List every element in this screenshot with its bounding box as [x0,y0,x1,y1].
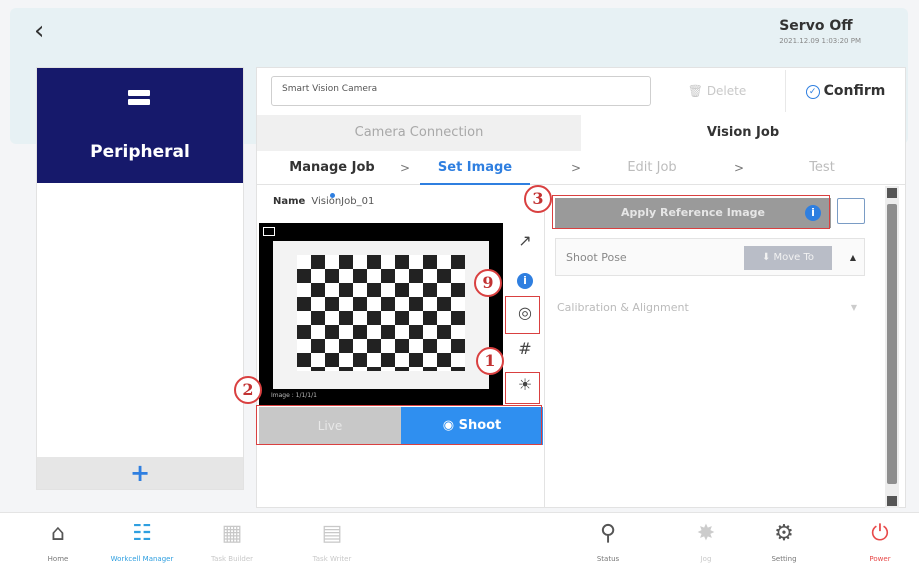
status-icon: ⚲ [599,521,617,546]
device-name-field[interactable]: Smart Vision Camera [271,76,651,106]
nav-label: Home [47,555,69,563]
sidebar-item-peripheral[interactable]: Peripheral [37,68,243,183]
callout-2: 2 [234,376,262,404]
servo-status: Servo Off 2021.12.09 1:03:20 PM [779,18,861,45]
grid-icon[interactable]: # [513,337,537,361]
task-writer-icon: ▤ [321,521,343,546]
job-name-value: VisionJob_01 [311,196,375,207]
callout-3: 3 [524,185,552,213]
step-bar: Manage Job > Set Image > Edit Job > Test [257,151,905,198]
nav-label: Task Writer [312,555,352,563]
camera-shutter-icon: ◉ [442,418,455,433]
tab-vision-job[interactable]: Vision Job [581,115,905,151]
nav-label: Power [869,555,891,563]
scroll-down-icon[interactable] [887,496,897,506]
download-icon: ⬇ [761,252,771,263]
focus-icon[interactable]: ◎ [513,301,537,325]
info-icon[interactable]: i [517,273,533,289]
calibration-section[interactable]: Calibration & Alignment ▼ [555,292,865,324]
servo-timestamp: 2021.12.09 1:03:20 PM [779,37,861,45]
calibration-label: Calibration & Alignment [557,301,689,314]
info-icon[interactable]: i [805,205,821,221]
job-name: Name VisionJob_01 [273,196,374,207]
image-icon[interactable] [837,198,865,224]
check-circle-icon: ✓ [805,85,820,99]
move-to-label: Move To [773,252,815,263]
back-button[interactable]: ‹ [34,18,44,44]
camera-preview[interactable]: Image : 1/1/1/1 [259,223,503,405]
step-label: Manage Job [289,160,375,175]
chevron-right-icon: > [571,161,582,175]
image-tool-column: ↗ i ◎ # ☀ [509,223,539,405]
tab-camera-connection[interactable]: Camera Connection [257,115,581,151]
sidebar-item-label: Peripheral [90,142,190,162]
nav-label: Task Builder [210,555,254,563]
nav-jog[interactable]: ✸ Jog [668,519,744,573]
callout-1: 1 [476,347,504,375]
delete-label: Delete [706,84,747,98]
scroll-up-icon[interactable] [887,188,897,198]
step-edit-job[interactable]: Edit Job [612,151,692,185]
settings-panel: Apply Reference Image i Shoot Pose ⬇ Mov… [544,186,884,508]
workcell-icon: ☷ [132,521,152,546]
image-panel: Name VisionJob_01 Image : 1/1/1/1 ↗ i ◎ #… [257,186,543,508]
shoot-button[interactable]: ◉ Shoot [401,407,543,445]
sidebar: Peripheral + [36,67,244,490]
nav-setting[interactable]: ⚙ Setting [746,519,822,573]
servo-status-label: Servo Off [779,18,853,34]
gear-icon: ⚙ [774,521,794,546]
nav-home[interactable]: ⌂ Home [20,519,96,573]
server-icon [128,90,150,112]
job-name-label: Name [273,196,306,207]
apply-reference-image-button[interactable]: Apply Reference Image i [555,198,831,228]
caret-down-icon[interactable]: ▼ [851,292,857,324]
live-button[interactable]: Live [259,407,401,445]
step-test[interactable]: Test [787,151,857,185]
screen: ‹ Servo Off 2021.12.09 1:03:20 PM Periph… [0,0,919,574]
scroll-thumb[interactable] [887,204,897,484]
shoot-label: Shoot [458,418,502,433]
trash-icon: 🗑 [687,84,703,98]
shoot-pose-label: Shoot Pose [566,251,627,264]
live-label: Live [317,419,343,433]
camera-icon [263,227,275,236]
power-icon: ⏻ [871,521,889,546]
main-panel: Smart Vision Camera 🗑 Delete ✓ Confirm Ca… [256,67,906,508]
confirm-button[interactable]: ✓ Confirm [785,70,905,112]
add-peripheral-button[interactable]: + [37,457,243,489]
shoot-pose-section[interactable]: Shoot Pose ⬇ Move To ▲ [555,238,865,276]
scrollbar[interactable] [885,186,899,508]
jog-icon: ✸ [696,521,716,546]
nav-label: Status [596,555,620,563]
callout-9: 9 [474,269,502,297]
tab-bar: Camera Connection Vision Job [257,115,905,151]
task-builder-icon: ▦ [221,521,243,546]
nav-label: Setting [771,555,797,563]
nav-label: Workcell Manager [110,555,174,563]
brightness-icon[interactable]: ☀ [513,373,537,397]
bottom-nav: ⌂ Home ☷ Workcell Manager ▦ Task Builder… [0,512,919,574]
home-icon: ⌂ [51,521,65,546]
nav-workcell-manager[interactable]: ☷ Workcell Manager [104,519,180,573]
checkerboard-pattern [297,255,465,371]
nav-label: Jog [700,555,712,563]
nav-task-writer[interactable]: ▤ Task Writer [294,519,370,573]
step-set-image[interactable]: Set Image [420,151,530,185]
nav-power[interactable]: ⏻ Power [842,519,918,573]
nav-status[interactable]: ⚲ Status [570,519,646,573]
chevron-right-icon: > [734,161,745,175]
apply-label: Apply Reference Image [620,206,766,219]
caret-up-icon[interactable]: ▲ [850,239,856,277]
move-to-button[interactable]: ⬇ Move To [744,246,832,270]
preview-info: Image : 1/1/1/1 [271,392,317,399]
calibration-board [273,241,489,389]
expand-icon[interactable]: ↗ [513,229,537,253]
nav-task-builder[interactable]: ▦ Task Builder [194,519,270,573]
delete-button[interactable]: 🗑 Delete [657,76,777,106]
step-manage-job[interactable]: Manage Job [287,151,377,198]
confirm-label: Confirm [823,83,886,99]
chevron-right-icon: > [400,161,411,175]
capture-bar: Live ◉ Shoot [259,407,543,445]
